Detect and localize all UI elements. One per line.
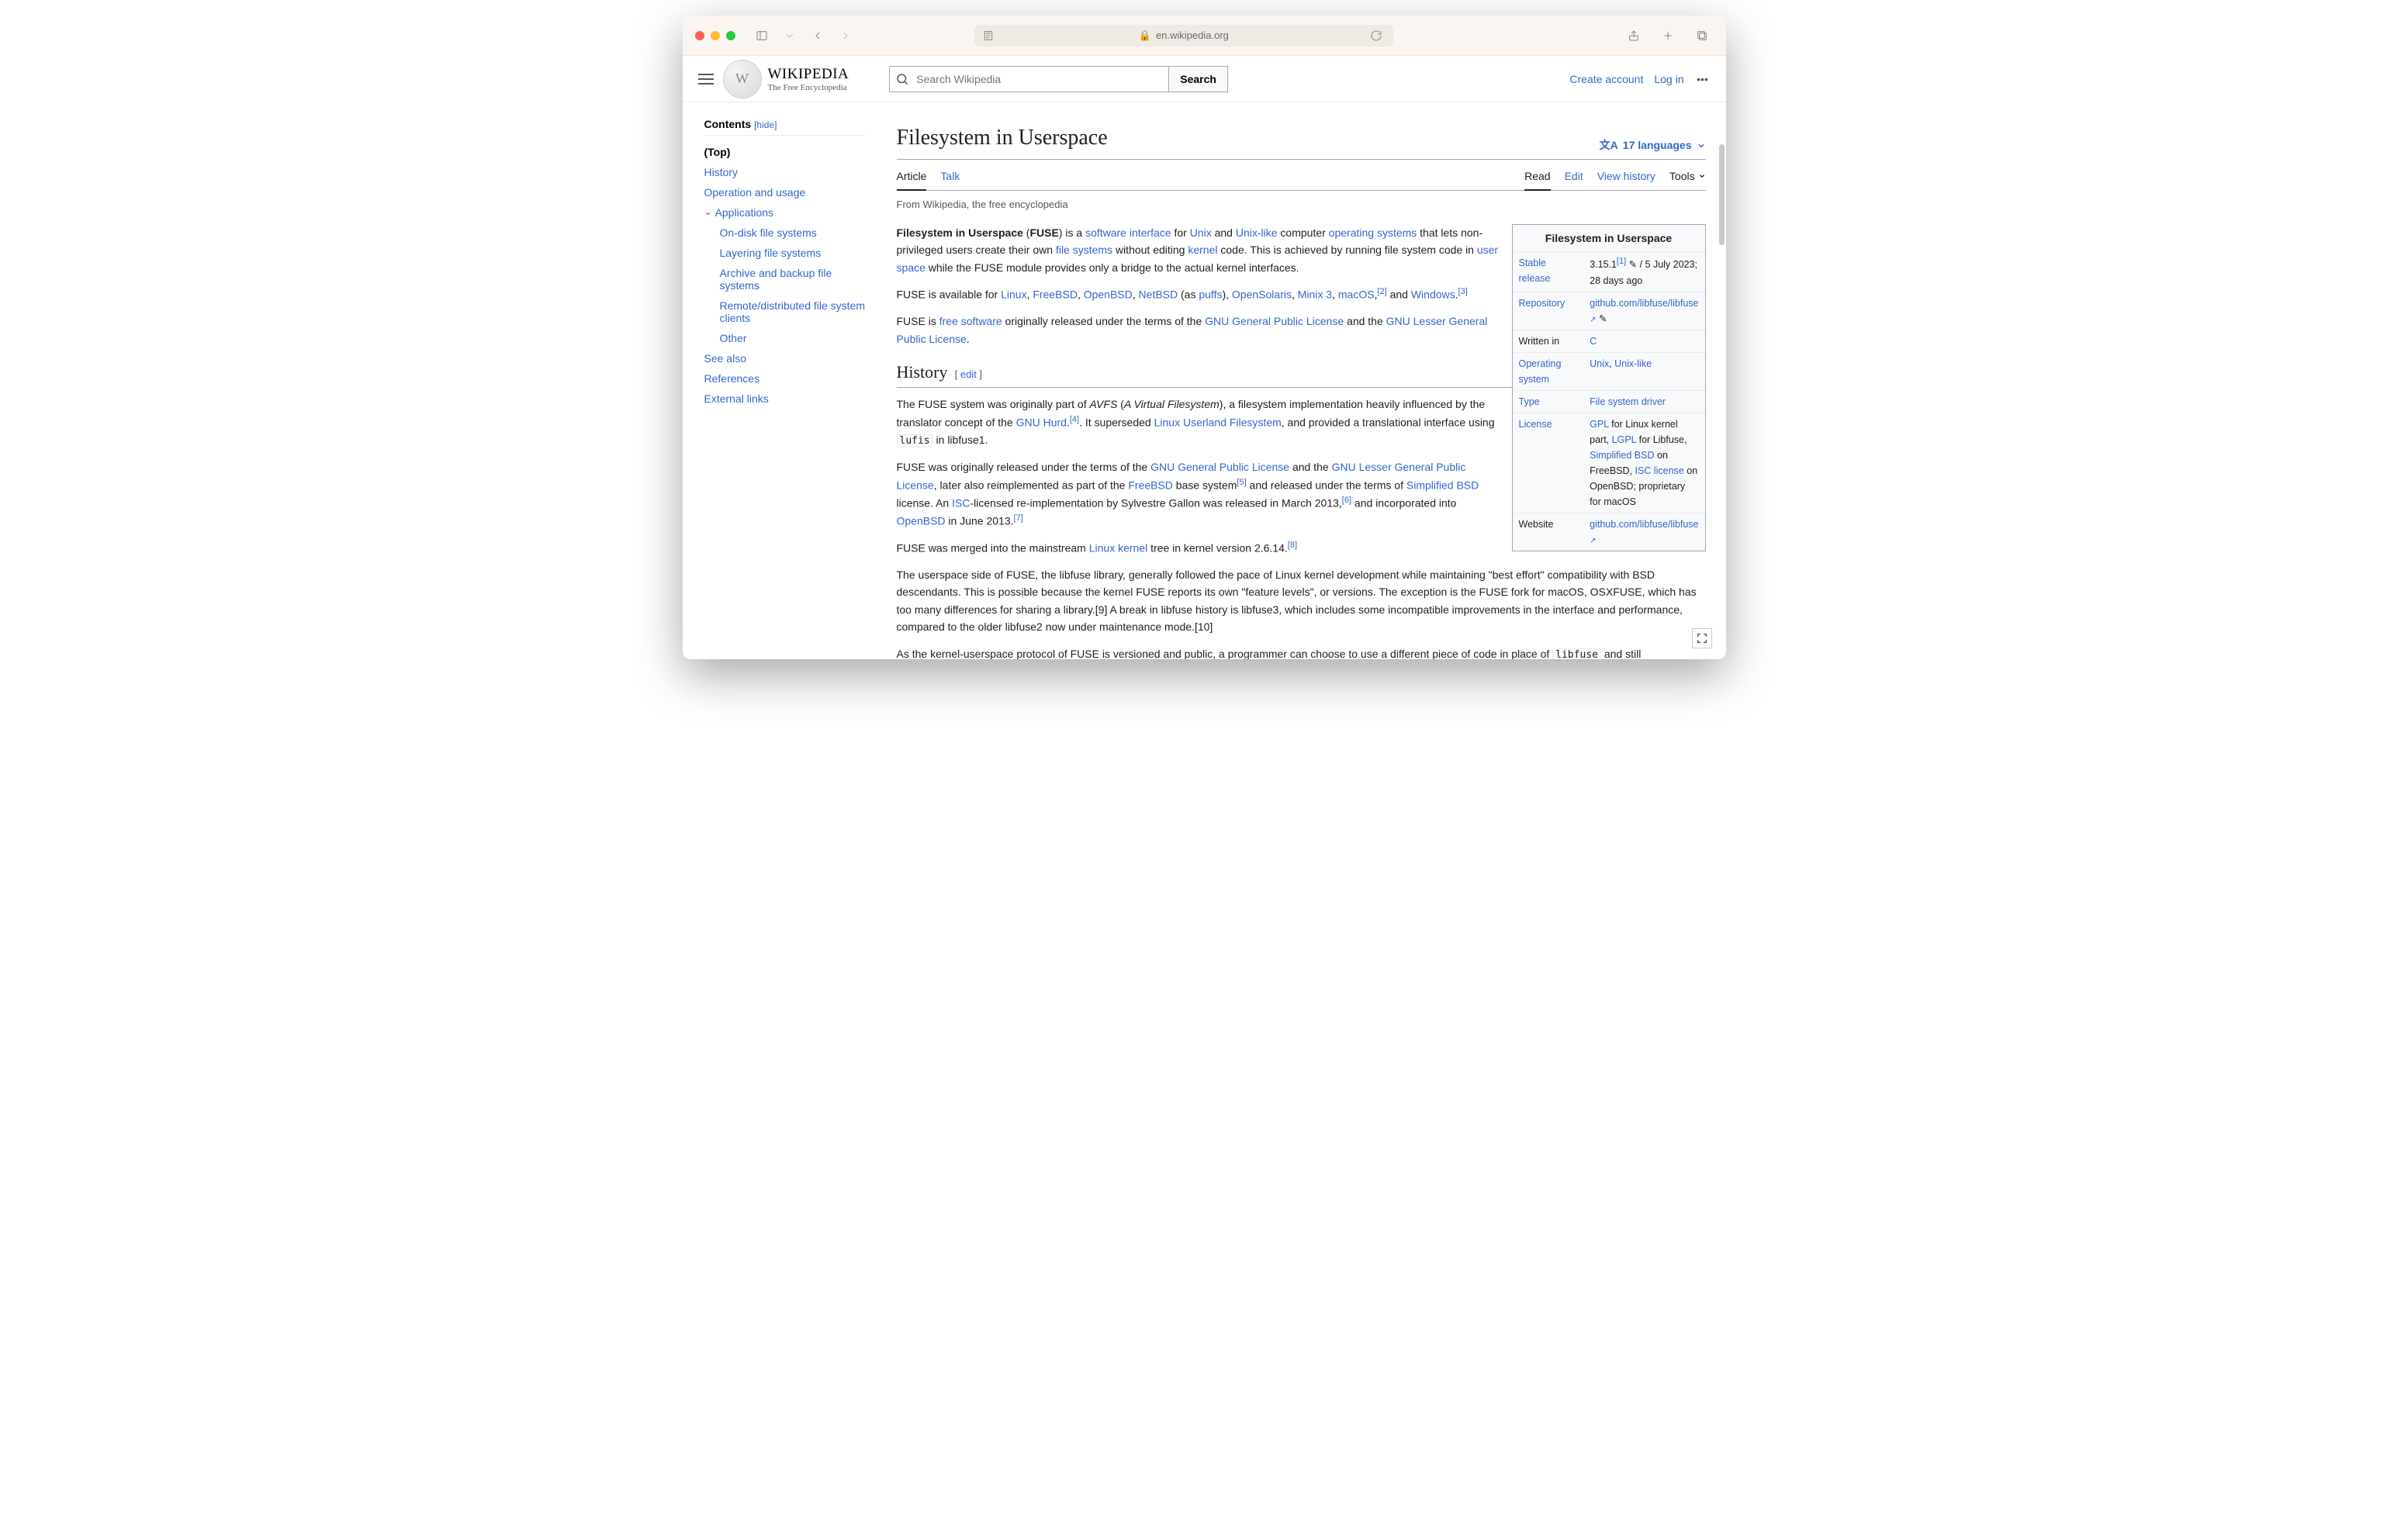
translate-icon: 文A: [1600, 137, 1618, 154]
toc-item[interactable]: External links: [704, 389, 866, 409]
chevron-down-icon: [1697, 141, 1706, 150]
search-input[interactable]: [889, 66, 1168, 92]
back-button[interactable]: [807, 25, 829, 47]
scrollbar[interactable]: [1719, 144, 1725, 245]
tools-menu[interactable]: Tools: [1669, 163, 1706, 189]
toc-item[interactable]: Applications: [704, 202, 866, 223]
toc-heading-label: Contents: [704, 118, 752, 130]
tabs-overview-button[interactable]: [1691, 25, 1713, 47]
reload-button[interactable]: [1365, 25, 1387, 47]
toc-subitem[interactable]: Layering file systems: [704, 243, 866, 263]
sidebar-toggle-button[interactable]: [751, 25, 773, 47]
tab-view-history[interactable]: View history: [1597, 163, 1656, 189]
tab-talk[interactable]: Talk: [940, 163, 960, 190]
fullscreen-toggle-button[interactable]: [1692, 628, 1712, 648]
search-form: Search: [889, 66, 1228, 92]
infobox: Filesystem in Userspace Stable release3.…: [1512, 224, 1706, 551]
infobox-row-type: TypeFile system driver: [1513, 390, 1705, 413]
toc-item[interactable]: (Top): [704, 142, 866, 162]
create-account-link[interactable]: Create account: [1569, 73, 1643, 85]
new-tab-button[interactable]: [1657, 25, 1679, 47]
toc-heading: Contents [hide]: [704, 118, 866, 136]
page-tabs: Article Talk Read Edit View history Tool…: [897, 163, 1706, 191]
history-paragraph-5: As the kernel-userspace protocol of FUSE…: [897, 645, 1706, 659]
infobox-title: Filesystem in Userspace: [1513, 225, 1705, 251]
table-of-contents: Contents [hide] (Top)HistoryOperation an…: [683, 102, 877, 659]
article-subtitle: From Wikipedia, the free encyclopedia: [897, 197, 1706, 213]
page-title: Filesystem in Userspace 文A 17 languages: [897, 121, 1706, 160]
window-controls: [695, 31, 735, 40]
search-button[interactable]: Search: [1168, 66, 1228, 92]
toc-item[interactable]: Operation and usage: [704, 182, 866, 202]
search-icon: [895, 72, 909, 90]
tab-read[interactable]: Read: [1524, 163, 1550, 191]
toc-item[interactable]: References: [704, 368, 866, 389]
toc-subitem[interactable]: Other: [704, 328, 866, 348]
share-button[interactable]: [1623, 25, 1645, 47]
toc-item[interactable]: See also: [704, 348, 866, 368]
lock-icon: 🔒: [1139, 29, 1151, 42]
browser-titlebar: 🔒 en.wikipedia.org: [683, 16, 1726, 56]
toc-subitem[interactable]: Archive and backup file systems: [704, 263, 866, 295]
reader-mode-button[interactable]: [977, 25, 999, 47]
url-host: en.wikipedia.org: [1156, 29, 1229, 41]
edit-section-link[interactable]: edit: [960, 368, 977, 380]
site-name: Wikipedia: [768, 66, 849, 83]
maximize-window-button[interactable]: [726, 31, 735, 40]
edit-icon[interactable]: ✎: [1599, 313, 1607, 324]
infobox-row-repository: Repositorygithub.com/libfuse/libfuse ✎: [1513, 292, 1705, 330]
infobox-row-license: LicenseGPL for Linux kernel part, LGPL f…: [1513, 413, 1705, 513]
toc-subitem[interactable]: On-disk file systems: [704, 223, 866, 243]
titlebar-dropdown-button[interactable]: [779, 25, 801, 47]
site-header: Wikipedia The Free Encyclopedia Search C…: [683, 56, 1726, 102]
close-window-button[interactable]: [695, 31, 704, 40]
infobox-row-written-in: Written inC: [1513, 330, 1705, 352]
wikipedia-globe-icon: [723, 60, 762, 98]
edit-icon[interactable]: ✎: [1629, 260, 1637, 271]
language-selector[interactable]: 文A 17 languages: [1600, 137, 1706, 154]
address-bar[interactable]: 🔒 en.wikipedia.org: [974, 25, 1393, 47]
main-menu-button[interactable]: [698, 71, 714, 87]
infobox-row-website: Websitegithub.com/libfuse/libfuse: [1513, 513, 1705, 551]
infobox-row-stable-release: Stable release3.15.1[1] ✎ / 5 July 2023;…: [1513, 252, 1705, 292]
forward-button[interactable]: [835, 25, 856, 47]
tab-edit[interactable]: Edit: [1565, 163, 1583, 189]
log-in-link[interactable]: Log in: [1654, 73, 1683, 85]
minimize-window-button[interactable]: [711, 31, 720, 40]
toc-subitem[interactable]: Remote/distributed file system clients: [704, 295, 866, 328]
article-content: Filesystem in Userspace 文A 17 languages …: [877, 102, 1726, 659]
more-menu-button[interactable]: •••: [1695, 71, 1711, 87]
history-paragraph-4: The userspace side of FUSE, the libfuse …: [897, 566, 1706, 636]
chevron-down-icon: [1698, 172, 1706, 180]
site-tagline: The Free Encyclopedia: [768, 83, 849, 92]
infobox-row-os: Operating systemUnix, Unix-like: [1513, 352, 1705, 390]
toc-item[interactable]: History: [704, 162, 866, 182]
tab-article[interactable]: Article: [897, 163, 927, 191]
toc-hide-toggle[interactable]: [hide]: [754, 119, 777, 130]
user-links: Create account Log in •••: [1569, 71, 1710, 87]
site-logo[interactable]: Wikipedia The Free Encyclopedia: [723, 60, 849, 98]
